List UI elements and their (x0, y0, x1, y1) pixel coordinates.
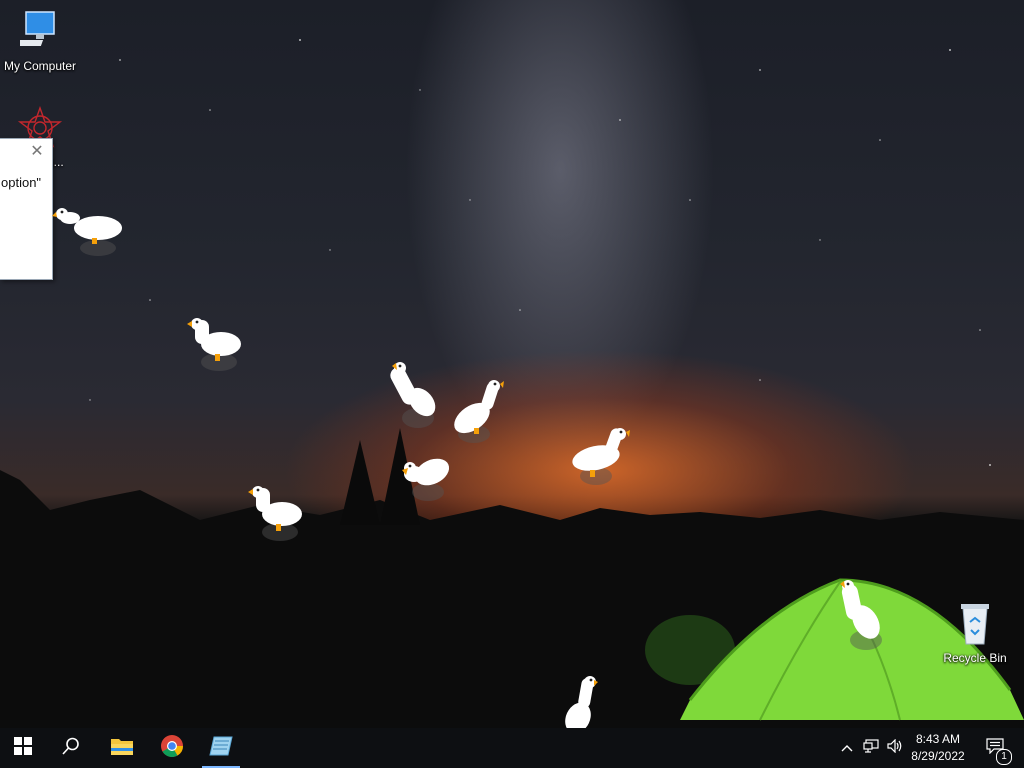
file-explorer-icon (110, 735, 134, 762)
chrome-icon (160, 734, 184, 763)
desktop-icon-recycle-bin[interactable]: Recycle Bin (935, 600, 1015, 665)
notification-count-badge: 1 (996, 748, 1012, 765)
goose-sprite (187, 318, 241, 371)
action-center-button[interactable]: 1 (976, 728, 1014, 768)
tray-volume-button[interactable] (884, 728, 906, 768)
chevron-up-icon (841, 739, 853, 757)
taskbar-clock[interactable]: 8:43 AM 8/29/2022 (905, 731, 971, 765)
recycle-bin-icon (935, 600, 1015, 649)
notification-icon: 1 (986, 737, 1012, 765)
goose-sprite (52, 208, 122, 256)
taskbar-app-notepad[interactable] (198, 728, 244, 768)
search-button[interactable] (48, 728, 94, 768)
goose-sprite (248, 486, 302, 541)
notepad-icon (209, 735, 233, 762)
goose-sprite (390, 362, 436, 428)
windows-start-icon (14, 736, 32, 760)
network-icon (863, 738, 879, 758)
start-button[interactable] (0, 728, 46, 768)
goose-sprite (840, 580, 882, 650)
goose-sprite (565, 676, 598, 728)
tray-network-button[interactable] (860, 728, 882, 768)
taskbar: 8:43 AM 8/29/2022 1 (0, 728, 1024, 768)
volume-icon (887, 738, 903, 758)
desktop-icon-label: My Computer (3, 59, 77, 73)
close-icon[interactable]: ✕ (30, 144, 44, 160)
desktop-icon-my-computer[interactable]: My Computer (0, 10, 80, 73)
goose-sprite (572, 428, 630, 485)
computer-icon (0, 10, 80, 57)
search-icon (62, 737, 80, 760)
goose-sprite (454, 380, 504, 443)
desktop-icon-label: Recycle Bin (943, 651, 1007, 665)
clock-time: 8:43 AM (915, 732, 961, 746)
clock-date: 8/29/2022 (911, 749, 965, 763)
dialog-text: option" (1, 175, 42, 190)
tray-show-hidden-button[interactable] (836, 728, 858, 768)
partial-dialog-window: ✕ option" (0, 138, 53, 280)
taskbar-app-chrome[interactable] (149, 728, 195, 768)
taskbar-app-file-explorer[interactable] (99, 728, 145, 768)
goose-sprite (402, 458, 450, 501)
